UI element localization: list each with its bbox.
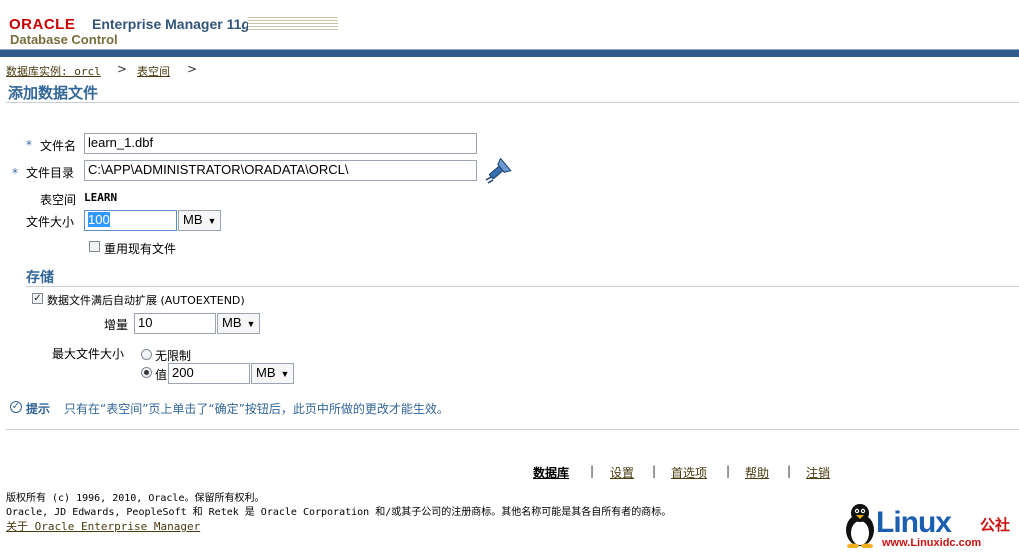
divider [26, 286, 1019, 287]
product-title: Enterprise Manager 11g [92, 16, 250, 32]
header-decoration [248, 17, 338, 31]
increment-input[interactable]: 10 [134, 313, 216, 334]
footer-link-help[interactable]: 帮助 [745, 464, 769, 481]
page-title: 添加数据文件 [8, 84, 99, 102]
max-size-value-radio[interactable] [141, 367, 152, 378]
file-size-value: 100 [88, 212, 110, 227]
file-size-label: 文件大小 [26, 215, 75, 229]
max-size-unlimited-radio[interactable] [141, 349, 152, 360]
copyright-line-2: Oracle, JD Edwards, PeopleSoft 和 Retek 是… [6, 507, 672, 518]
flashlight-icon[interactable] [484, 157, 512, 184]
footer-separator: | [726, 464, 731, 478]
file-dir-label: 文件目录 [26, 166, 75, 180]
max-size-unlimited-label: 无限制 [155, 349, 192, 363]
tablespace-label: 表空间 [40, 193, 77, 207]
required-mark: * [26, 138, 32, 152]
autoextend-checkbox[interactable]: ✓ [32, 293, 43, 304]
increment-unit-select[interactable]: MB ▼ [217, 313, 260, 334]
tablespace-value: LEARN [84, 191, 118, 204]
reuse-file-label: 重用现有文件 [104, 242, 177, 256]
file-size-unit: MB [183, 212, 203, 227]
breadcrumb-link-instance[interactable]: 数据库实例: orcl [6, 63, 101, 79]
breadcrumb-separator: > [117, 62, 128, 76]
chevron-down-icon: ▼ [207, 216, 217, 226]
required-mark: * [12, 166, 18, 180]
penguin-icon [842, 502, 878, 549]
copyright-line-1: 版权所有 (c) 1996, 2010, Oracle。保留所有权利。 [6, 493, 265, 504]
divider [6, 102, 1019, 103]
oracle-logo: ORACLE [9, 16, 76, 33]
breadcrumb-separator: > [187, 62, 198, 76]
file-dir-input[interactable]: C:\APP\ADMINISTRATOR\ORADATA\ORCL\ [84, 160, 477, 181]
autoextend-label: 数据文件满后自动扩展 (AUTOEXTEND) [47, 294, 245, 307]
tip-label: 提示 [26, 402, 51, 416]
tip-text: 只有在“表空间”页上单击了“确定”按钮后，此页中所做的更改才能生效。 [64, 402, 449, 416]
watermark-brand: Linux [876, 506, 952, 539]
increment-unit: MB [222, 315, 242, 330]
storage-section-title: 存储 [26, 270, 54, 286]
file-name-label: 文件名 [40, 139, 77, 153]
max-size-unit: MB [256, 365, 276, 380]
max-size-label: 最大文件大小 [52, 347, 125, 361]
divider [6, 429, 1019, 430]
watermark-brand-cn: 公社 [980, 516, 1011, 534]
header-bar [0, 49, 1019, 57]
about-link[interactable]: 关于 Oracle Enterprise Manager [6, 518, 200, 534]
file-size-unit-select[interactable]: MB ▼ [178, 210, 221, 231]
max-size-input[interactable]: 200 [168, 363, 250, 384]
footer-link-logout[interactable]: 注销 [806, 464, 830, 481]
breadcrumb-link-tablespace[interactable]: 表空间 [137, 63, 170, 79]
footer-separator: | [590, 464, 595, 478]
increment-label: 增量 [104, 318, 129, 332]
file-size-input[interactable]: 100 [84, 210, 177, 231]
footer-link-database[interactable]: 数据库 [533, 464, 569, 481]
chevron-down-icon: ▼ [280, 369, 290, 379]
footer-separator: | [652, 464, 657, 478]
watermark-url: www.Linuxidc.com [882, 537, 982, 549]
product-name: Enterprise Manager 11 [92, 16, 242, 32]
chevron-down-icon: ▼ [246, 319, 256, 329]
file-name-input[interactable]: learn_1.dbf [84, 133, 477, 154]
check-icon: ✓ [10, 401, 22, 413]
product-subtitle: Database Control [10, 32, 118, 47]
footer-link-setup[interactable]: 设置 [610, 464, 634, 481]
footer-separator: | [787, 464, 792, 478]
max-size-unit-select[interactable]: MB ▼ [251, 363, 294, 384]
max-size-value-label: 值 [155, 368, 168, 382]
footer-link-preferences[interactable]: 首选项 [671, 464, 707, 481]
reuse-file-checkbox[interactable] [89, 241, 100, 252]
